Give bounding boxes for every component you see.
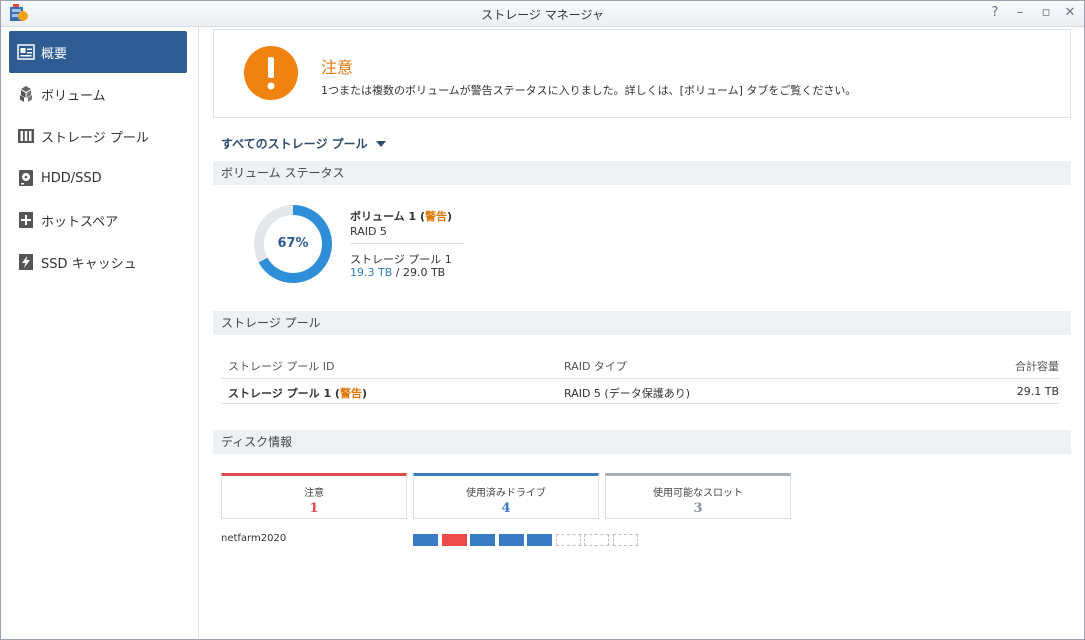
disk-card-attention[interactable]: 注意 1 — [221, 473, 407, 519]
window-title: ストレージ マネージャ — [481, 8, 604, 22]
disk-card-label: 注意 — [304, 488, 324, 499]
ssd-cache-icon — [19, 254, 33, 270]
column-header-raid-type: RAID タイプ — [564, 360, 627, 373]
sidebar-item-volume[interactable]: ボリューム — [9, 73, 187, 115]
storage-pool-filter-dropdown[interactable]: すべてのストレージ プール — [221, 135, 386, 152]
storage-pool-icon — [18, 129, 34, 143]
volume-icon — [20, 86, 32, 102]
sidebar-item-label: ホットスペア — [41, 214, 119, 230]
sidebar-item-overview[interactable]: 概要 — [9, 31, 187, 73]
table-row[interactable]: ストレージ プール 1 (警告) — [228, 385, 367, 401]
alert-message: 1つまたは複数のボリュームが警告ステータスに入りました。詳しくは、[ボリューム]… — [321, 84, 857, 97]
maximize-icon[interactable]: ▫ — [1037, 4, 1055, 22]
alert-title: 注意 — [321, 58, 354, 77]
help-icon[interactable]: ? — [986, 4, 1004, 22]
sidebar-item-label: 概要 — [41, 46, 68, 62]
main-panel: 注意 1つまたは複数のボリュームが警告ステータスに入りました。詳しくは、[ボリュ… — [200, 27, 1084, 639]
pool-id-cell: ストレージ プール 1 — [228, 387, 332, 400]
volume-raid-type: RAID 5 — [350, 225, 387, 238]
drive-slot[interactable] — [498, 534, 524, 546]
sidebar-item-hot-spare[interactable]: ホットスペア — [9, 199, 187, 241]
disk-card-label: 使用済みドライブ — [466, 488, 546, 499]
volume-total-capacity: 29.0 TB — [402, 266, 446, 279]
pool-status-badge: 警告 — [339, 387, 362, 400]
pool-capacity-cell: 29.1 TB — [1016, 385, 1059, 398]
caret-down-icon — [375, 140, 386, 147]
sidebar-item-ssd-cache[interactable]: SSD キャッシュ — [9, 241, 187, 283]
column-header-pool-id: ストレージ プール ID — [228, 360, 335, 373]
volume-status-header: ボリューム ステータス — [213, 161, 1071, 185]
sidebar-item-label: ストレージ プール — [41, 130, 149, 146]
column-header-capacity: 合計容量 — [1015, 360, 1059, 373]
minimize-icon[interactable]: – — [1011, 4, 1029, 22]
drive-slot[interactable] — [413, 534, 438, 546]
disk-info-header: ディスク情報 — [213, 430, 1071, 454]
alert-banner: 注意 1つまたは複数のボリュームが警告ステータスに入りました。詳しくは、[ボリュ… — [213, 29, 1071, 118]
volume-name[interactable]: ボリューム 1 (警告) — [350, 208, 452, 224]
volume-capacity: 19.3 TB / 29.0 TB — [350, 266, 446, 279]
drive-slot[interactable] — [470, 534, 495, 546]
hdd-icon — [19, 170, 33, 186]
sidebar-item-label: SSD キャッシュ — [41, 256, 137, 272]
drive-slot[interactable] — [441, 534, 467, 546]
filter-label: すべてのストレージ プール — [221, 137, 368, 151]
sidebar-item-label: HDD/SSD — [41, 170, 102, 186]
volume-used-capacity: 19.3 TB — [350, 266, 393, 279]
title-bar: ストレージ マネージャ ? – ▫ ✕ — [1, 1, 1084, 27]
disk-card-available-slots[interactable]: 使用可能なスロット 3 — [605, 473, 791, 519]
close-icon[interactable]: ✕ — [1061, 4, 1079, 22]
sidebar-item-hdd-ssd[interactable]: HDD/SSD — [9, 157, 187, 199]
volume-status-badge: 警告 — [425, 210, 448, 223]
drive-slot[interactable] — [584, 534, 609, 546]
overview-icon — [17, 44, 35, 60]
drive-slot[interactable] — [612, 534, 638, 546]
volume-usage-percent: 67% — [277, 236, 309, 251]
disk-card-value: 3 — [693, 501, 703, 516]
disk-card-value: 1 — [309, 501, 319, 516]
warning-icon — [244, 46, 298, 100]
host-name: netfarm2020 — [221, 533, 287, 544]
table-divider — [221, 378, 1061, 379]
drive-slot[interactable] — [527, 534, 552, 546]
disk-card-value: 4 — [501, 501, 511, 516]
drive-slot[interactable] — [555, 534, 581, 546]
disk-card-used-drives[interactable]: 使用済みドライブ 4 — [413, 473, 599, 519]
sidebar-item-label: ボリューム — [41, 88, 106, 104]
storage-manager-window: ストレージ マネージャ ? – ▫ ✕ 概要 ボリューム ストレージ プール H… — [0, 0, 1085, 640]
volume-divider — [350, 243, 465, 244]
volume-pool-name: ストレージ プール 1 — [350, 253, 452, 266]
pool-raid-cell: RAID 5 (データ保護あり) — [564, 387, 691, 400]
storage-pool-header: ストレージ プール — [213, 311, 1071, 335]
volume-name-text: ボリューム 1 — [350, 210, 417, 223]
sidebar: 概要 ボリューム ストレージ プール HDD/SSD ホットスペア SSD キャ… — [1, 27, 199, 639]
disk-card-label: 使用可能なスロット — [653, 488, 743, 499]
sidebar-item-storage-pool[interactable]: ストレージ プール — [9, 115, 187, 157]
table-divider — [221, 403, 1061, 404]
hot-spare-icon — [19, 212, 33, 228]
